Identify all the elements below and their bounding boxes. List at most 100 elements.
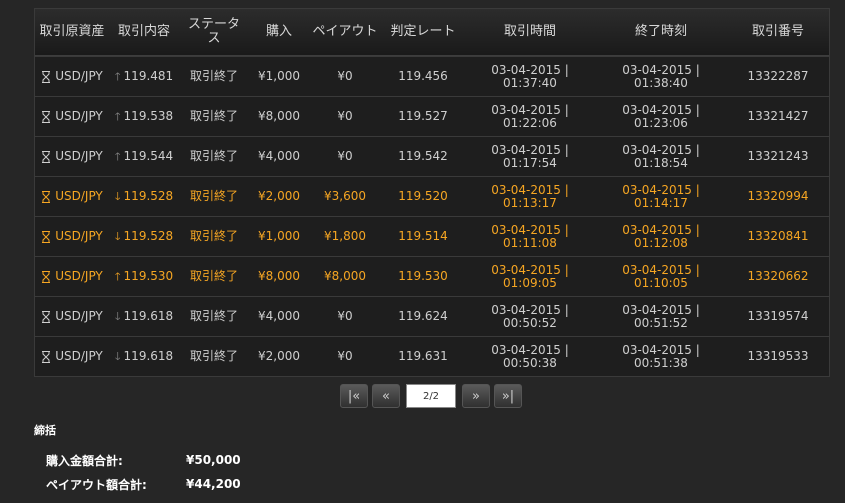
cell-end-time: 03-04-2015 | 01:18:54 [595,137,727,176]
cell-trade-number: 13319574 [747,309,809,323]
purchase-total-value: ¥50,000 [186,453,241,467]
cell-trade-number: 13319533 [747,349,809,363]
header-trade-time: 取引時間 [503,24,556,39]
page-indicator-input[interactable]: 2/2 [406,384,456,408]
cell-trade-time: 03-04-2015 | 01:22:06 [465,97,595,136]
cell-end-time: 03-04-2015 | 01:23:06 [595,97,727,136]
cell-content: 🡓 119.528 [109,217,179,256]
table-row: USD/JPY 🡓 119.528 取引終了 ¥2,000 ¥3,600 119.520 03… [35,176,829,216]
header-trade-number: 取引番号 [751,24,804,39]
cell-content: 🡑 119.530 [109,257,179,296]
cell-payout: ¥8,000 [324,269,366,283]
trade-date: 03-04-2015 | [491,142,569,157]
cell-payout: ¥0 [337,309,353,323]
entry-rate: 119.530 [123,269,174,283]
cell-judge-rate: 119.530 [398,269,448,283]
first-page-button[interactable]: |« [340,384,368,408]
trade-clock: 01:17:54 [503,155,557,170]
summary-section: 締括 購入金額合計: ¥50,000 ペイアウト額合計: ¥44,200 [34,422,241,496]
trade-history-table: 取引原資産 取引内容 ステータス 購入 ペイアウト 判定レート 取引時間 終了時… [34,8,830,377]
end-clock: 01:14:17 [634,195,688,210]
summary-payout-row: ペイアウト額合計: ¥44,200 [34,472,241,496]
end-date: 03-04-2015 | [622,142,700,157]
entry-rate: 119.528 [123,229,174,243]
summary-purchase-row: 購入金額合計: ¥50,000 [34,448,241,472]
cell-content: 🡑 119.481 [109,57,179,96]
entry-rate: 119.538 [123,109,174,123]
end-date: 03-04-2015 | [622,342,700,357]
header-status: ステータス [187,17,240,46]
payout-total-label: ペイアウト額合計: [46,477,147,492]
cell-judge-rate: 119.456 [398,69,448,83]
header-judge-rate: 判定レート [390,24,456,39]
hourglass-icon [41,350,51,363]
arrow-down-icon: 🡓 [114,190,121,203]
table-header: 取引原資産 取引内容 ステータス 購入 ペイアウト 判定レート 取引時間 終了時… [35,9,829,56]
cell-content: 🡓 119.618 [109,297,179,336]
cell-status: 取引終了 [189,229,238,243]
entry-rate: 119.528 [123,189,174,203]
cell-asset: USD/JPY [35,217,109,256]
hourglass-icon [41,190,51,203]
cell-trade-time: 03-04-2015 | 01:13:17 [465,177,595,216]
table-row: USD/JPY 🡑 119.538 取引終了 ¥8,000 ¥0 119.527 03-04-… [35,96,829,136]
cell-trade-number: 13322287 [747,69,809,83]
cell-trade-time: 03-04-2015 | 01:17:54 [465,137,595,176]
header-content: 取引内容 [117,24,170,39]
cell-judge-rate: 119.527 [398,109,448,123]
table-row: USD/JPY 🡓 119.618 取引終了 ¥2,000 ¥0 119.631 03-04-… [35,336,829,376]
cell-asset: USD/JPY [35,97,109,136]
prev-page-button[interactable]: « [372,384,400,408]
end-clock: 01:12:08 [634,235,688,250]
arrow-down-icon: 🡓 [114,230,121,243]
cell-purchase: ¥1,000 [258,69,300,83]
entry-rate: 119.544 [123,149,174,163]
table-row: USD/JPY 🡑 119.544 取引終了 ¥4,000 ¥0 119.542 03-04-… [35,136,829,176]
cell-asset: USD/JPY [35,137,109,176]
arrow-down-icon: 🡓 [114,310,121,323]
arrow-up-icon: 🡑 [114,150,121,163]
trade-clock: 00:50:52 [503,315,557,330]
cell-content: 🡑 119.538 [109,97,179,136]
cell-purchase: ¥4,000 [258,309,300,323]
cell-purchase: ¥1,000 [258,229,300,243]
cell-end-time: 03-04-2015 | 01:12:08 [595,217,727,256]
arrow-up-icon: 🡑 [114,270,121,283]
cell-end-time: 03-04-2015 | 00:51:52 [595,297,727,336]
trade-clock: 01:13:17 [503,195,557,210]
pagination: |« « 2/2 » »| [340,384,522,410]
next-page-button[interactable]: » [462,384,490,408]
cell-trade-number: 13320662 [747,269,809,283]
asset-label: USD/JPY [55,269,103,283]
trade-clock: 01:09:05 [503,275,557,290]
cell-purchase: ¥2,000 [258,349,300,363]
cell-status: 取引終了 [189,309,238,323]
trade-date: 03-04-2015 | [491,182,569,197]
cell-payout: ¥0 [337,349,353,363]
trade-date: 03-04-2015 | [491,222,569,237]
header-end-time: 終了時刻 [634,24,687,39]
header-asset: 取引原資産 [39,24,105,39]
cell-judge-rate: 119.520 [398,189,448,203]
arrow-down-icon: 🡓 [114,350,121,363]
trade-clock: 01:22:06 [503,115,557,130]
table-row: USD/JPY 🡓 119.528 取引終了 ¥1,000 ¥1,800 119.514 03… [35,216,829,256]
cell-content: 🡓 119.618 [109,337,179,376]
end-clock: 01:10:05 [634,275,688,290]
cell-status: 取引終了 [189,149,238,163]
last-page-button[interactable]: »| [494,384,522,408]
cell-trade-number: 13321427 [747,109,809,123]
cell-asset: USD/JPY [35,337,109,376]
asset-label: USD/JPY [55,109,103,123]
arrow-up-icon: 🡑 [114,70,121,83]
hourglass-icon [41,150,51,163]
summary-title: 締括 [34,424,56,437]
trade-date: 03-04-2015 | [491,62,569,77]
table-row: USD/JPY 🡑 119.530 取引終了 ¥8,000 ¥8,000 119.530 03… [35,256,829,296]
end-clock: 01:23:06 [634,115,688,130]
end-date: 03-04-2015 | [622,62,700,77]
cell-trade-time: 03-04-2015 | 01:11:08 [465,217,595,256]
end-date: 03-04-2015 | [622,222,700,237]
cell-end-time: 03-04-2015 | 00:51:38 [595,337,727,376]
cell-payout: ¥0 [337,69,353,83]
